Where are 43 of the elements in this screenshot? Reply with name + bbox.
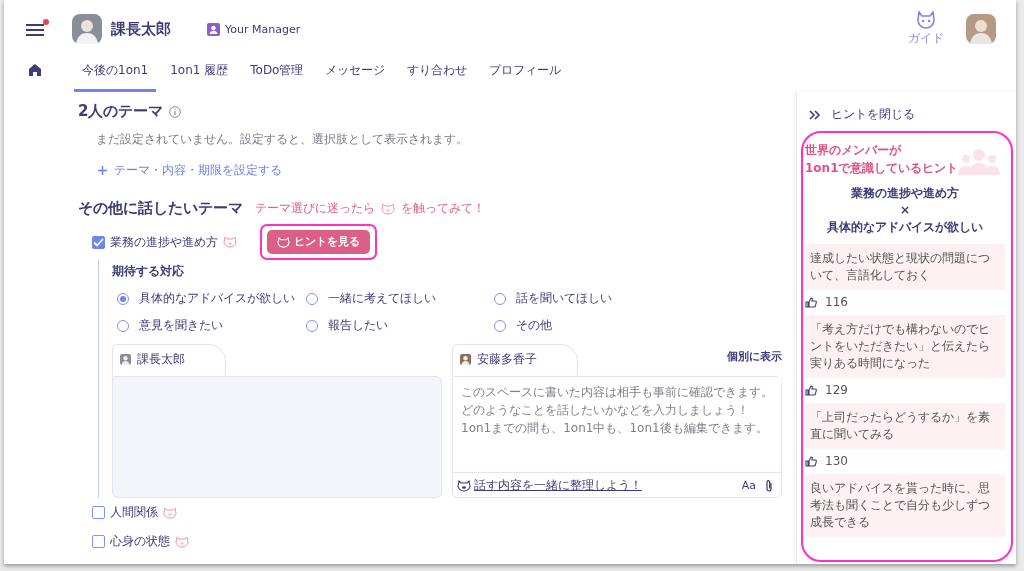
tab[interactable]: ToDo管理 (242, 56, 312, 92)
assist-link[interactable]: 話す内容を一緒に整理しよう！ (474, 477, 642, 494)
hint-heading: 世界のメンバーが (805, 142, 901, 159)
tab[interactable]: すり合わせ (399, 56, 476, 92)
radio-option[interactable]: 一緒に考えてほしい (306, 290, 494, 307)
memo-field[interactable]: このスペースに書いた内容は相手も事前に確認できます。どのようなことを話したいかなどを入力しましょう！1on1までの間も、1on1中も、1on1後も編集できます。 話す内容を一緒に整理しよう！ Aa (452, 376, 782, 498)
tab[interactable]: 今後の1on1 (74, 56, 157, 92)
topic-text: 具体的なアドバイスが欲しい (827, 219, 983, 236)
like-count: 116 (825, 295, 848, 309)
close-hints-button[interactable]: ヒントを閉じる (801, 98, 1013, 131)
radio-option[interactable]: 話を聞いてほしい (494, 290, 694, 307)
hint-text: 「上司だったらどうするか」を素直に聞いてみる (810, 410, 990, 441)
theme-label: 心身の状態 (110, 533, 170, 550)
radio-option[interactable]: 意見を聞きたい (117, 317, 306, 334)
section-title: 2人のテーマ (78, 102, 164, 121)
like-count: 129 (825, 383, 848, 397)
hint-text: 良いアドバイスを貰った時に、思考法も聞くことで自分も少しずつ成長できる (810, 481, 990, 529)
hint-text: 「考え方だけでも構わないのでヒントをいただきたい」と伝えたら実りある時間になった (810, 322, 990, 370)
hint-heading: 1on1で意識しているヒント (805, 160, 959, 177)
tip-text: を触ってみて！ (401, 200, 485, 217)
theme-label: 業務の進捗や進め方 (110, 233, 218, 251)
author-name: 安藤多香子 (477, 351, 537, 368)
text-format-button[interactable]: Aa (735, 479, 762, 492)
times-sign: × (899, 202, 911, 219)
tab[interactable]: プロフィール (481, 56, 570, 92)
tab[interactable]: メッセージ (317, 56, 394, 92)
add-theme-link[interactable]: テーマ・内容・期限を設定する (98, 162, 796, 179)
radio-option[interactable]: 具体的なアドバイスが欲しい (117, 290, 306, 307)
section-title: その他に話したいテーマ (78, 199, 243, 218)
tab[interactable]: 1on1 履歴 (162, 56, 237, 92)
empty-message: まだ設定されていません。設定すると、選択肢として表示されます。 (96, 131, 469, 148)
topic-text: 業務の進捗や進め方 (851, 185, 959, 202)
subsection-title: 期待する対応 (112, 263, 185, 280)
radio-option[interactable]: 報告したい (306, 317, 494, 334)
show-separately-link[interactable]: 個別に表示 (727, 349, 782, 376)
hint-text: 達成したい状態と現状の問題について、言語化しておく (810, 251, 990, 282)
user-name: 課長太郎 (111, 19, 171, 39)
tip-text: テーマ選びに迷ったら (255, 200, 375, 217)
theme-label: 人間関係 (110, 504, 158, 521)
radio-option[interactable]: その他 (494, 317, 694, 334)
role-label: Your Manager (225, 22, 301, 36)
like-count: 130 (825, 454, 848, 468)
author-name: 課長太郎 (137, 351, 185, 368)
